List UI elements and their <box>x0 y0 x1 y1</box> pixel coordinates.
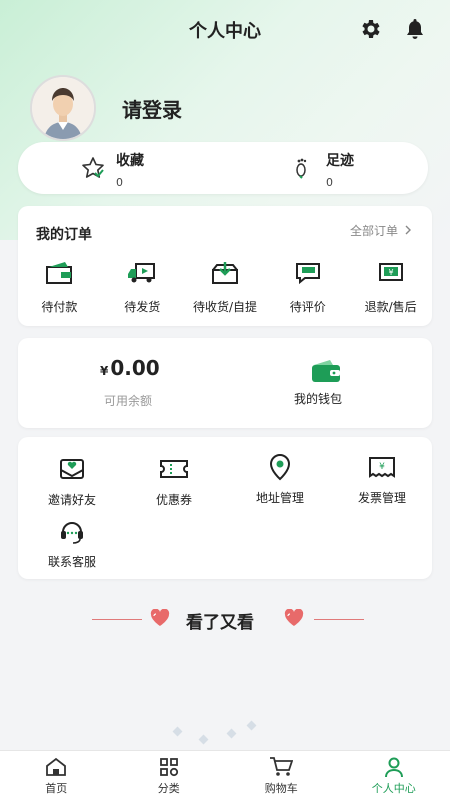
order-item-label: 待付款 <box>41 300 78 314</box>
currency-symbol: ¥ <box>100 364 109 378</box>
balance-amount[interactable]: ¥0.00 <box>100 356 160 380</box>
favorites-label: 收藏 <box>116 153 144 169</box>
package-icon <box>207 258 243 288</box>
service-label: 邀请好友 <box>47 493 96 507</box>
wallet-card: ¥0.00 可用余额 我的钱包 <box>18 338 432 428</box>
service-customer-support[interactable]: 联系客服 <box>32 517 112 570</box>
service-label: 优惠券 <box>155 493 192 507</box>
login-link[interactable]: 请登录 <box>122 94 182 123</box>
tab-home[interactable]: 首页 <box>0 751 113 800</box>
order-pending-shipment[interactable]: 待发货 <box>101 258 184 315</box>
service-label: 发票管理 <box>357 491 406 505</box>
svg-text:¥: ¥ <box>388 268 393 277</box>
wallet-icon[interactable] <box>310 358 342 388</box>
heart-icon <box>284 608 304 631</box>
my-wallet-label[interactable]: 我的钱包 <box>294 390 342 407</box>
home-icon <box>45 756 67 778</box>
orders-card: 我的订单 全部订单 待付款 待发货 待收货/自提 待评价 ¥ 退款/售后 <box>18 206 432 326</box>
service-label: 地址管理 <box>255 491 304 505</box>
tab-category[interactable]: 分类 <box>113 751 226 800</box>
tab-label: 首页 <box>45 781 68 795</box>
tab-cart[interactable]: 购物车 <box>225 751 338 800</box>
footprint-item[interactable]: 足迹 0 <box>292 150 354 189</box>
cart-icon <box>269 756 294 778</box>
balance-value: 0.00 <box>110 356 160 380</box>
truck-icon <box>124 258 160 288</box>
favorites-count: 0 <box>116 176 123 189</box>
refund-icon: ¥ <box>373 258 409 288</box>
headset-icon <box>57 517 87 545</box>
user-avatar[interactable] <box>30 75 96 141</box>
order-item-label: 退款/售后 <box>364 300 417 314</box>
order-pending-payment[interactable]: 待付款 <box>18 258 101 315</box>
order-status-row: 待付款 待发货 待收货/自提 待评价 ¥ 退款/售后 <box>18 258 432 315</box>
service-label: 联系客服 <box>47 555 96 569</box>
profile-section[interactable]: 请登录 <box>30 75 182 141</box>
service-address[interactable]: 地址管理 <box>240 453 320 506</box>
invoice-icon: ¥ <box>367 453 397 481</box>
all-orders-link[interactable]: 全部订单 <box>350 222 412 239</box>
wallet-pay-icon <box>41 258 77 288</box>
footprint-label: 足迹 <box>326 153 354 169</box>
orders-title: 我的订单 <box>36 227 92 243</box>
bottom-tab-bar: 首页 分类 购物车 个人中心 <box>0 750 450 800</box>
top-bar: 个人中心 <box>0 0 450 60</box>
heart-icon <box>150 608 170 631</box>
recommend-divider: 看了又看 <box>0 605 450 635</box>
service-invite-friends[interactable]: 邀请好友 <box>32 455 112 508</box>
invite-icon <box>57 455 87 483</box>
location-icon <box>265 453 295 481</box>
gear-icon[interactable] <box>358 16 384 42</box>
loading-indicator <box>170 720 280 745</box>
order-pending-receipt[interactable]: 待收货/自提 <box>184 258 267 315</box>
service-invoice[interactable]: ¥ 发票管理 <box>342 453 422 506</box>
category-icon <box>159 756 179 778</box>
profile-icon <box>383 756 405 778</box>
comment-icon <box>290 258 326 288</box>
page-title: 个人中心 <box>189 21 261 42</box>
tab-label: 分类 <box>157 781 180 795</box>
order-item-label: 待评价 <box>289 300 326 314</box>
tab-profile[interactable]: 个人中心 <box>338 751 450 800</box>
services-card: 邀请好友 优惠券 地址管理 ¥ 发票管理 联系客服 <box>18 437 432 579</box>
order-pending-review[interactable]: 待评价 <box>266 258 349 315</box>
tab-label: 个人中心 <box>371 781 416 795</box>
order-item-label: 待收货/自提 <box>192 300 258 314</box>
all-orders-label: 全部订单 <box>349 224 398 238</box>
footprint-count: 0 <box>326 176 333 189</box>
footprint-icon <box>292 155 316 185</box>
order-item-label: 待发货 <box>124 300 161 314</box>
recommend-title: 看了又看 <box>186 613 254 633</box>
svg-text:¥: ¥ <box>379 462 385 472</box>
favorites-card: 收藏 0 足迹 0 <box>18 142 428 194</box>
chevron-right-icon <box>404 224 412 238</box>
balance-label: 可用余额 <box>104 394 153 408</box>
tab-label: 购物车 <box>264 781 298 795</box>
coupon-icon <box>159 455 189 483</box>
order-refund[interactable]: ¥ 退款/售后 <box>349 258 432 315</box>
favorites-item[interactable]: 收藏 0 <box>80 150 144 189</box>
star-icon <box>80 155 106 185</box>
bell-icon[interactable] <box>402 16 428 42</box>
divider-line-left <box>92 619 142 620</box>
divider-line-right <box>314 619 364 620</box>
service-coupons[interactable]: 优惠券 <box>134 455 214 508</box>
